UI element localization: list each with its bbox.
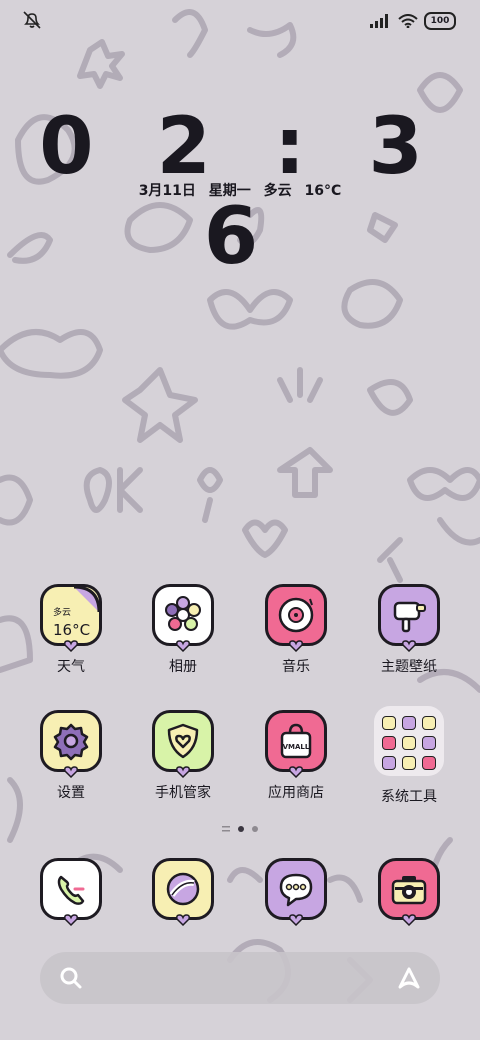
heart-icon <box>176 914 190 926</box>
app-label: 天气 <box>57 659 85 675</box>
mini-app-icon <box>422 736 436 750</box>
shopping-bag-icon: VMALL <box>265 710 327 778</box>
app-music[interactable]: 音乐 <box>241 584 351 676</box>
heart-icon <box>402 914 416 926</box>
record-icon <box>265 584 327 652</box>
battery-icon: 100 <box>424 12 456 30</box>
heart-icon <box>64 640 78 652</box>
folder-system-tools[interactable]: 系统工具 <box>354 706 464 806</box>
app-label: 主题壁纸 <box>381 659 437 675</box>
app-label: 系统工具 <box>381 789 437 805</box>
dock-camera[interactable] <box>354 858 464 926</box>
app-label: 相册 <box>169 659 197 675</box>
browser-icon <box>152 858 214 926</box>
app-label: 音乐 <box>282 659 310 675</box>
app-gallery[interactable]: 相册 <box>128 584 238 676</box>
dock-browser[interactable] <box>128 858 238 926</box>
mini-app-icon <box>402 716 416 730</box>
mini-app-icon <box>422 756 436 770</box>
page-indicator[interactable] <box>0 826 480 832</box>
status-bar: 100 <box>0 0 480 40</box>
clock-date[interactable]: 3月11日 星期一 多云 16°C <box>0 180 480 200</box>
assistant-icon[interactable] <box>396 965 422 991</box>
date-text: 3月11日 <box>138 183 196 199</box>
temperature-text: 16°C <box>304 183 342 199</box>
search-icon[interactable] <box>58 965 84 991</box>
phone-icon <box>40 858 102 926</box>
heart-icon <box>289 640 303 652</box>
app-settings[interactable]: 设置 <box>16 710 126 802</box>
app-label: 手机管家 <box>155 785 211 801</box>
weather-widget-condition: 多云 <box>53 608 72 618</box>
app-phone-manager[interactable]: 手机管家 <box>128 710 238 802</box>
gear-icon <box>40 710 102 778</box>
weekday-text: 星期一 <box>208 183 251 199</box>
page-dot-active <box>238 826 244 832</box>
mini-app-icon <box>402 736 416 750</box>
dock-phone[interactable] <box>16 858 126 926</box>
dock-messages[interactable] <box>241 858 351 926</box>
app-label: 设置 <box>57 785 85 801</box>
app-weather[interactable]: 多云 16°C 天气 <box>16 584 126 676</box>
store-bag-text: VMALL <box>283 743 310 751</box>
weather-text: 多云 <box>263 183 292 199</box>
signal-icon <box>370 14 388 28</box>
weather-icon: 多云 16°C <box>40 584 102 652</box>
app-store[interactable]: VMALL 应用商店 <box>241 710 351 802</box>
heart-icon <box>64 766 78 778</box>
message-icon <box>265 858 327 926</box>
heart-icon <box>289 766 303 778</box>
mute-icon <box>23 11 41 29</box>
wifi-icon <box>398 14 418 28</box>
menu-lines-icon <box>222 826 230 832</box>
shield-heart-icon <box>152 710 214 778</box>
weather-widget-temp: 16°C <box>53 621 91 639</box>
heart-icon <box>176 640 190 652</box>
page-dot <box>252 826 258 832</box>
app-themes[interactable]: 主题壁纸 <box>354 584 464 676</box>
heart-icon <box>402 640 416 652</box>
mini-app-icon <box>382 756 396 770</box>
heart-icon <box>289 914 303 926</box>
mini-app-icon <box>422 716 436 730</box>
app-label: 应用商店 <box>268 785 324 801</box>
mini-app-icon <box>402 756 416 770</box>
brush-icon <box>378 584 440 652</box>
weather-corner-decoration <box>73 585 101 613</box>
camera-icon <box>378 858 440 926</box>
search-bar[interactable] <box>40 952 440 1004</box>
folder-icon <box>374 706 444 776</box>
mini-app-icon <box>382 736 396 750</box>
heart-icon <box>176 766 190 778</box>
mini-app-icon <box>382 716 396 730</box>
flower-icon <box>152 584 214 652</box>
heart-icon <box>64 914 78 926</box>
